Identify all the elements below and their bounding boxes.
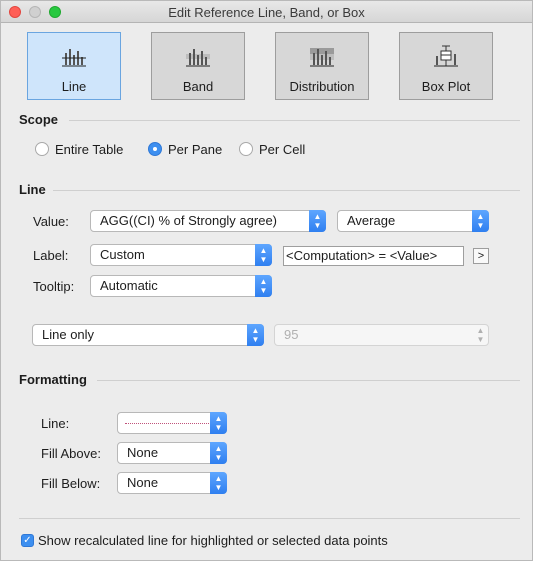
fill-below-label: Fill Below: — [41, 476, 101, 491]
tooltip-mode-select[interactable]: Automatic ▲ ▼ — [90, 275, 272, 297]
value-field-select[interactable]: AGG((CI) % of Strongly agree) ▲ ▼ — [90, 210, 326, 232]
distribution-type-label: Distribution — [289, 79, 355, 94]
radio-per-cell[interactable]: Per Cell — [239, 141, 305, 157]
chevron-updown-icon: ▲ ▼ — [210, 412, 227, 434]
bottom-divider — [19, 518, 520, 519]
tooltip-mode-text: Automatic — [100, 278, 158, 293]
line-mode-text: Line only — [42, 327, 95, 342]
line-mode-select[interactable]: Line only ▲ ▼ — [32, 324, 264, 346]
line-style-label: Line: — [41, 416, 70, 431]
confidence-text: 95 — [284, 327, 299, 342]
fill-below-select[interactable]: None ▲ ▼ — [117, 472, 227, 494]
chevron-updown-icon: ▲ ▼ — [472, 210, 489, 232]
line-heading: Line — [19, 182, 46, 197]
radio-entire-table-indicator — [35, 142, 49, 156]
title-bar: Edit Reference Line, Band, or Box — [1, 1, 532, 23]
window-title: Edit Reference Line, Band, or Box — [168, 5, 365, 20]
aggregation-text: Average — [347, 213, 396, 228]
chevron-updown-icon: ▲ ▼ — [255, 275, 272, 297]
label-mode-text: Custom — [100, 247, 145, 262]
line-type-label: Line — [61, 79, 87, 94]
band-type-button[interactable]: Band — [151, 32, 245, 100]
label-text-input[interactable]: <Computation> = <Value> — [283, 246, 464, 266]
chevron-updown-icon: ▲ ▼ — [255, 244, 272, 266]
value-field-text: AGG((CI) % of Strongly agree) — [100, 213, 277, 228]
radio-per-pane-label: Per Pane — [168, 141, 223, 157]
line-type-button[interactable]: Line — [27, 32, 121, 100]
chevron-updown-icon: ▲ ▼ — [309, 210, 326, 232]
scope-divider — [69, 120, 520, 121]
radio-per-cell-indicator — [239, 142, 253, 156]
distribution-chart-icon — [309, 45, 335, 70]
chevron-updown-icon: ▲ ▼ — [247, 324, 264, 346]
formatting-divider — [97, 380, 520, 381]
formatting-heading: Formatting — [19, 372, 87, 387]
line-chart-icon — [61, 45, 87, 70]
aggregation-select[interactable]: Average ▲ ▼ — [337, 210, 489, 232]
chevron-updown-icon: ▲ ▼ — [210, 472, 227, 494]
fill-above-select[interactable]: None ▲ ▼ — [117, 442, 227, 464]
band-chart-icon — [185, 45, 211, 70]
line-divider — [53, 190, 520, 191]
box-plot-type-label: Box Plot — [421, 79, 471, 94]
box-plot-type-button[interactable]: Box Plot — [399, 32, 493, 100]
fill-below-text: None — [127, 475, 159, 490]
recalc-checkbox[interactable]: ✓ — [21, 534, 34, 547]
recalc-checkbox-label: Show recalculated line for highlighted o… — [38, 533, 388, 548]
value-label: Value: — [33, 214, 69, 229]
dotted-line-swatch — [125, 423, 209, 424]
radio-per-pane-indicator — [148, 142, 162, 156]
box-plot-icon — [433, 45, 459, 70]
distribution-type-button[interactable]: Distribution — [275, 32, 369, 100]
tooltip-label: Tooltip: — [33, 279, 75, 294]
dialog-window: Edit Reference Line, Band, or Box Line B… — [0, 0, 533, 561]
radio-per-cell-label: Per Cell — [259, 141, 306, 157]
line-style-select[interactable]: ▲ ▼ — [117, 412, 227, 434]
chevron-updown-icon: ▲ ▼ — [210, 442, 227, 464]
scope-heading: Scope — [19, 112, 59, 127]
label-label: Label: — [33, 248, 69, 263]
chevron-updown-icon: ▲ ▼ — [476, 326, 485, 344]
radio-entire-table[interactable]: Entire Table — [35, 141, 123, 157]
fill-above-label: Fill Above: — [41, 446, 101, 461]
confidence-select: 95 ▲ ▼ — [274, 324, 489, 346]
radio-entire-table-label: Entire Table — [55, 141, 124, 157]
label-mode-select[interactable]: Custom ▲ ▼ — [90, 244, 272, 266]
insert-field-button[interactable]: > — [473, 248, 489, 264]
radio-per-pane[interactable]: Per Pane — [148, 141, 222, 157]
band-type-label: Band — [182, 79, 214, 94]
fill-above-text: None — [127, 445, 159, 460]
